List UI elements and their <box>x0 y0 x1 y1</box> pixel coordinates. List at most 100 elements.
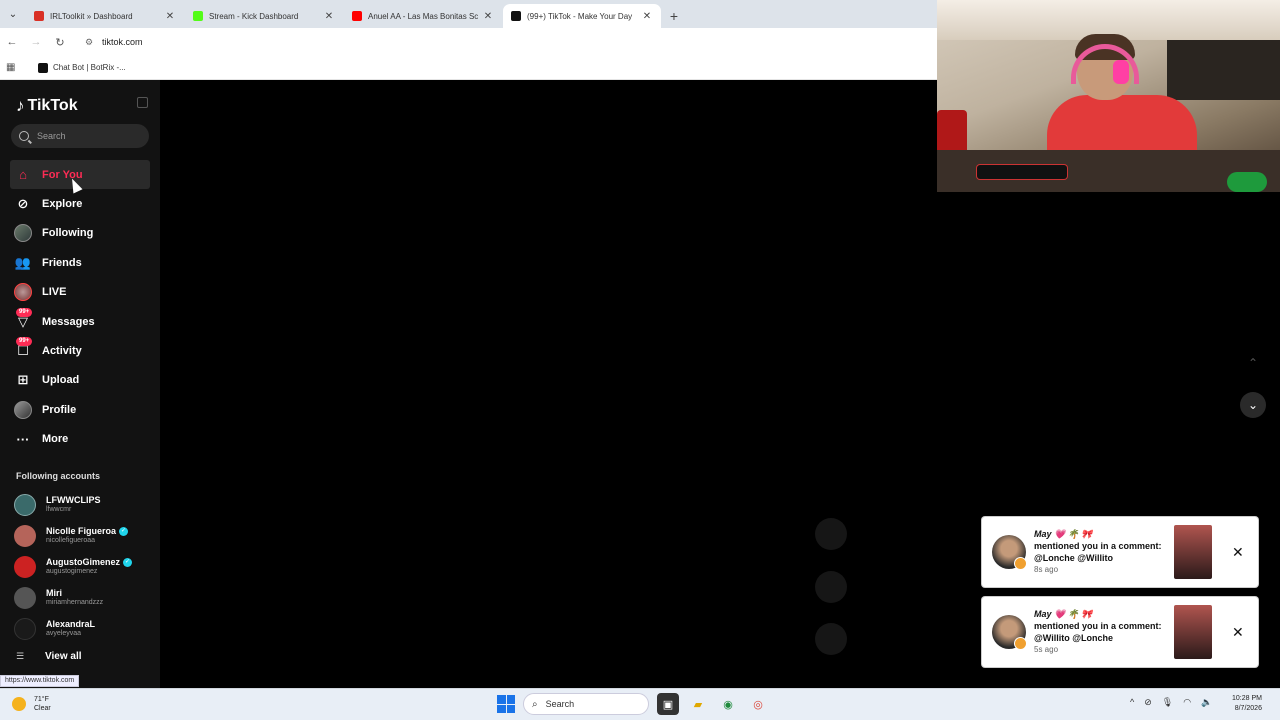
nav-label: Activity <box>42 345 82 358</box>
nav-label: Explore <box>42 198 83 211</box>
tiktok-sidebar: ♪ TikTok ⌂ For You ⊘ Explore Following 👥 <box>0 80 160 688</box>
tab-tiktok[interactable]: (99+) TikTok - Make Your Day ✕ <box>503 4 661 28</box>
file-explorer-icon[interactable]: ▰ <box>687 693 709 715</box>
taskbar-clock[interactable]: 10:28 PM 8/7/2026 <box>1232 694 1262 714</box>
account-name: Nicolle Figueroa <box>46 525 117 536</box>
account-item-lfwwclips[interactable]: LFWWCLIPS lfwwcmr <box>14 489 154 520</box>
weather-temp: 71°F <box>34 696 49 703</box>
search-icon <box>19 131 29 141</box>
nav-label: Upload <box>42 374 80 387</box>
notification-toast[interactable]: May 💗 🌴 🎀 mentioned you in a comment: @W… <box>982 597 1258 667</box>
tab-close-icon[interactable]: ✕ <box>323 11 335 22</box>
chevron-up-icon[interactable]: ^ <box>1130 697 1134 708</box>
close-icon[interactable]: ✕ <box>1232 544 1244 561</box>
notification-toast[interactable]: May 💗 🌴 🎀 mentioned you in a comment: @L… <box>982 517 1258 587</box>
view-all-label: View all <box>45 651 82 662</box>
close-icon[interactable]: ✕ <box>1232 624 1244 641</box>
windows-start-icon[interactable] <box>497 695 515 713</box>
tab-youtube[interactable]: Anuel AA - Las Mas Bonitas Sc ✕ <box>344 4 502 28</box>
upload-icon: ⊞ <box>17 372 29 388</box>
bookmarks-bar: ▦ Chat Bot | BotRix -... <box>0 56 937 80</box>
avatar <box>992 535 1027 570</box>
bookmark-botrix[interactable]: Chat Bot | BotRix -... <box>53 63 126 72</box>
account-item-nicolle[interactable]: Nicolle Figueroa ✓ nicollefigueroaa <box>14 520 154 551</box>
live-icon <box>14 283 32 302</box>
video-thumbnail[interactable] <box>1174 605 1212 659</box>
account-item-augusto[interactable]: AugustoGimenez ✓ augustogimenez <box>14 551 154 582</box>
tab-title: IRLToolkit » Dashboard <box>50 11 133 21</box>
notification-message: mentioned you in a comment: @Willito @Lo… <box>1034 621 1162 643</box>
next-video-chevron-down-icon[interactable]: ⌄ <box>1240 392 1266 418</box>
nav-explore[interactable]: ⊘ Explore <box>10 189 150 218</box>
nav-following[interactable]: Following <box>10 219 150 248</box>
nav-more[interactable]: ··· More <box>10 425 150 454</box>
weather-widget[interactable]: 71°F Clear <box>12 695 51 713</box>
messages-badge: 99+ <box>16 307 33 317</box>
webcam-tv <box>1167 40 1280 100</box>
tiktok-favicon-icon <box>511 11 521 21</box>
taskbar-search[interactable]: ⌕ Search <box>523 693 649 715</box>
site-info-icon[interactable]: ⚙ <box>82 35 96 49</box>
wifi-icon[interactable]: ◠ <box>1183 697 1191 708</box>
account-item-alexandra[interactable]: AlexandraL avyeleyvaa <box>14 613 154 644</box>
microphone-icon[interactable]: 🎙 <box>1162 697 1173 708</box>
tiktok-logo-text: TikTok <box>27 97 78 114</box>
avatar <box>14 555 36 578</box>
tab-close-icon[interactable]: ✕ <box>482 11 494 22</box>
tab-kick-dashboard[interactable]: Stream - Kick Dashboard ✕ <box>185 4 343 28</box>
taskbar-center: ⌕ Search ▣ ▰ ◉ ◎ <box>497 693 769 715</box>
chrome-icon[interactable]: ◎ <box>747 693 769 715</box>
compass-icon: ⊘ <box>17 196 29 212</box>
task-view-icon[interactable]: ▣ <box>657 693 679 715</box>
reload-icon[interactable]: ↻ <box>48 30 72 54</box>
account-handle: lfwwcmr <box>46 505 72 513</box>
tab-title: Stream - Kick Dashboard <box>209 11 299 21</box>
tiktok-logo[interactable]: ♪ TikTok <box>16 96 78 116</box>
nav-live[interactable]: LIVE <box>10 278 150 307</box>
video-thumbnail[interactable] <box>1174 525 1212 579</box>
nav-label: Friends <box>42 256 82 269</box>
network-icon[interactable]: ⊘ <box>1144 697 1152 708</box>
back-arrow-icon[interactable]: ← <box>0 30 24 54</box>
tiktok-note-icon: ♪ <box>16 96 25 115</box>
loading-dot <box>815 571 847 603</box>
notification-time: 8s ago <box>1034 565 1059 574</box>
collapse-sidebar-icon[interactable] <box>137 97 148 108</box>
address-field[interactable]: ⚙ tiktok.com <box>78 31 918 53</box>
nav-activity[interactable]: ☐ 99+ Activity <box>10 336 150 365</box>
activity-badge: 99+ <box>16 337 33 347</box>
avatar <box>14 493 36 516</box>
loading-dot <box>815 623 847 655</box>
tab-close-icon[interactable]: ✕ <box>641 11 653 22</box>
view-all-button[interactable]: ☰ View all <box>16 651 82 662</box>
tab-title: Anuel AA - Las Mas Bonitas Sc <box>368 11 479 21</box>
list-icon: ☰ <box>16 651 25 661</box>
following-accounts-title: Following accounts <box>16 471 101 481</box>
account-name: Miri <box>46 587 63 598</box>
account-name: LFWWCLIPS <box>46 494 101 505</box>
status-bar-url: https://www.tiktok.com <box>0 675 80 687</box>
tiktok-search[interactable] <box>11 124 149 148</box>
tab-irltoolkit[interactable]: IRLToolkit » Dashboard ✕ <box>26 4 184 28</box>
account-handle: nicollefigueroaa <box>46 536 96 544</box>
nav-upload[interactable]: ⊞ Upload <box>10 366 150 395</box>
apps-grid-icon[interactable]: ▦ <box>6 62 20 73</box>
nav-messages[interactable]: ▽ 99+ Messages <box>10 307 150 336</box>
nav-label: Following <box>42 227 94 240</box>
nav-profile[interactable]: Profile <box>10 395 150 424</box>
obs-app-icon[interactable]: ◉ <box>717 693 739 715</box>
notification-sender: May 💗 🌴 🎀 <box>1034 529 1093 539</box>
account-name: AlexandraL <box>46 618 96 629</box>
previous-video-chevron-up-icon[interactable]: ⌃ <box>1240 350 1266 376</box>
nav-friends[interactable]: 👥 Friends <box>10 248 150 277</box>
volume-icon[interactable]: 🔈 <box>1201 697 1212 708</box>
tab-close-icon[interactable]: ✕ <box>164 11 176 22</box>
tab-search-icon[interactable]: ⌄ <box>0 0 26 28</box>
avatar <box>14 524 36 547</box>
search-input[interactable] <box>37 131 137 141</box>
account-item-miri[interactable]: Miri miriamhernandzzz <box>14 582 154 613</box>
weather-desc: Clear <box>34 705 51 712</box>
botrix-favicon-icon <box>38 62 48 73</box>
new-tab-icon[interactable]: + <box>662 4 686 28</box>
forward-arrow-icon[interactable]: → <box>24 30 48 54</box>
